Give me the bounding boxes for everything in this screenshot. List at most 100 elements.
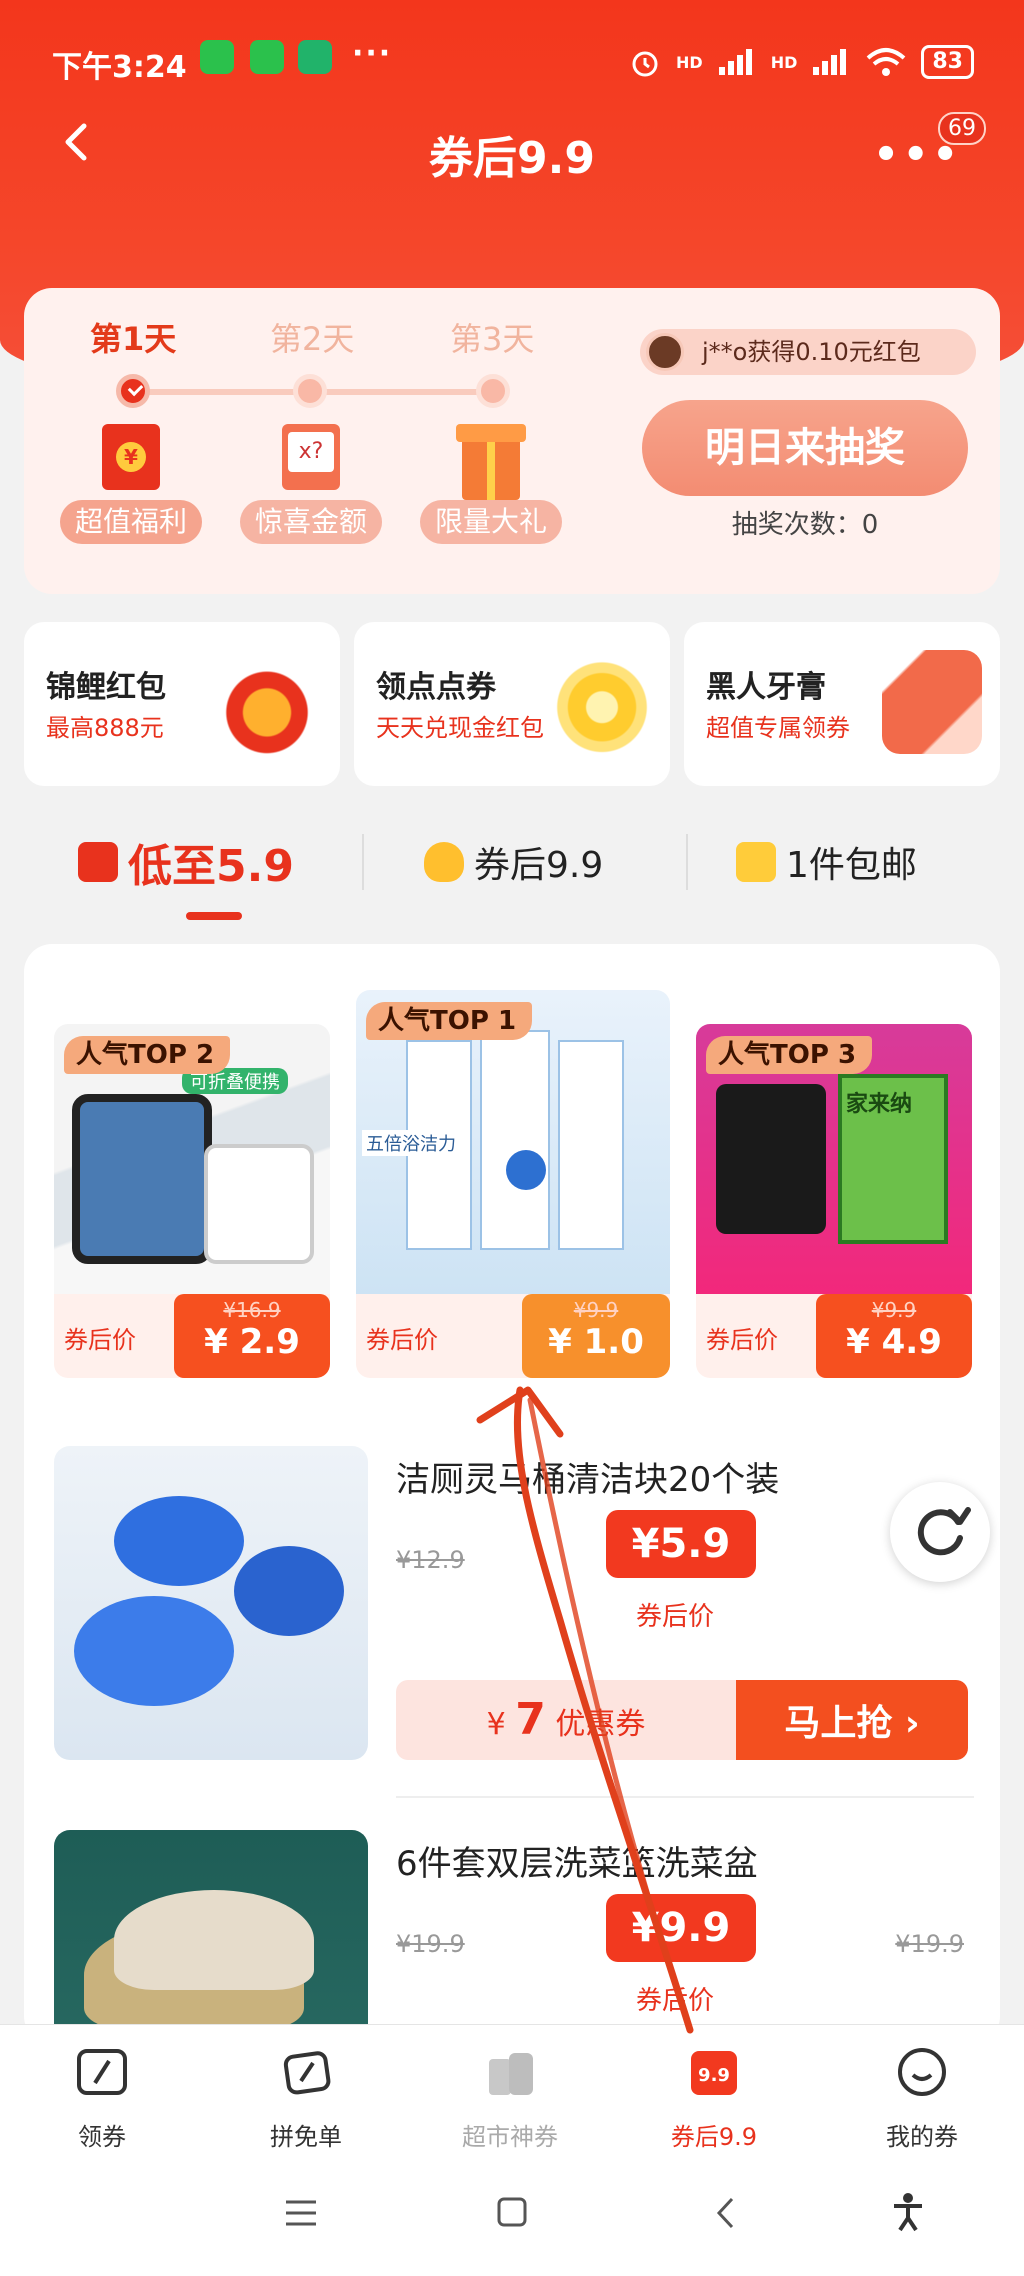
promo-card-koi[interactable]: 锦鲤红包 最高888元: [24, 622, 340, 786]
smile-icon: [898, 2048, 946, 2096]
tab-coupon-9-9[interactable]: 券后9.9: [424, 832, 603, 892]
list-item[interactable]: 6件套双层洗菜篮洗菜盆 ¥19.9 ¥19.9 ¥9.9 券后价: [54, 1830, 974, 2024]
wechat-icon: [250, 40, 284, 74]
winner-ticker: j**o获得0.10元红包: [640, 329, 976, 375]
original-price: ¥19.9: [396, 1930, 465, 1958]
wechat-icon: [200, 40, 234, 74]
divider: [396, 1796, 974, 1798]
product-image: [54, 1446, 368, 1760]
shield-icon: [298, 40, 332, 74]
blue-block-image: [234, 1546, 344, 1636]
price-label: 券后价: [706, 1326, 778, 1354]
product-note: 家来纳: [846, 1092, 913, 1117]
home-icon[interactable]: [496, 2196, 528, 2228]
coupon-price: ¥ 2.9: [204, 1322, 300, 1362]
signal-1-icon: [718, 49, 752, 75]
nav-item-group-free[interactable]: 拼免单: [216, 2045, 396, 2152]
original-price: ¥12.9: [396, 1546, 465, 1574]
price-box: ¥9.9 ¥ 1.0: [522, 1294, 670, 1378]
list-item[interactable]: 洁厕灵马桶清洁块20个装 ¥12.9 ¥5.9 券后价 ¥ 7 优惠券 马上抢 …: [54, 1446, 974, 1766]
promo-subtitle: 最高888元: [46, 714, 164, 742]
grab-now-button[interactable]: 马上抢 ›: [736, 1680, 968, 1760]
battery-level: 83: [921, 45, 974, 79]
bottom-navigation: 领券 拼免单 超市神券 9.9 券后9.9 我的券: [0, 2024, 1024, 2154]
trash-bag-roll-image: [716, 1084, 826, 1234]
nav-item-my-coupons[interactable]: 我的券: [832, 2045, 1012, 2152]
nav-label: 券后9.9: [670, 2123, 758, 2151]
coupon-price: ¥ 4.9: [846, 1322, 942, 1362]
coupon-label: 优惠券: [555, 1707, 646, 1742]
menu-icon[interactable]: [284, 2198, 318, 2228]
category-tabs: 低至5.9 券后9.9 1件包邮: [0, 800, 1024, 924]
tab-label: 1件包邮: [786, 845, 917, 886]
product-title: 洁厕灵马桶清洁块20个装: [396, 1460, 780, 1500]
price-row: 券后价 ¥9.9 ¥ 1.0: [356, 1294, 670, 1378]
promo-card-points[interactable]: 领点点券 天天兑现金红包: [354, 622, 670, 786]
truck-icon: [78, 842, 118, 882]
nav-item-coupons[interactable]: 领券: [12, 2045, 192, 2152]
product-image: [54, 1830, 368, 2024]
top-rank-badge: 人气TOP 1: [366, 1002, 533, 1040]
group-coupon-icon: [283, 2051, 331, 2095]
reward-pill-3: 限量大礼: [420, 500, 562, 544]
nine-nine-icon: 9.9: [691, 2051, 737, 2095]
coupon-icon: [77, 2049, 127, 2095]
original-price: ¥9.9: [573, 1298, 619, 1322]
active-tab-indicator: [186, 912, 242, 920]
tab-low-price[interactable]: 低至5.9: [78, 832, 294, 892]
draw-tomorrow-button[interactable]: 明日来抽奖: [642, 400, 968, 496]
top-product-2[interactable]: 可折叠便携 人气TOP 2 券后价 ¥16.9 ¥ 2.9: [54, 1024, 330, 1378]
reward-pill-2: 惊喜金额: [240, 500, 382, 544]
nav-item-coupon-9-9[interactable]: 9.9 券后9.9: [624, 2045, 804, 2152]
top-product-3[interactable]: 家来纳 人气TOP 3 券后价 ¥9.9 ¥ 4.9: [696, 1024, 972, 1378]
tab-divider: [362, 834, 364, 890]
mystery-amount-icon: x?: [282, 424, 340, 490]
tab-free-shipping[interactable]: 1件包邮: [736, 832, 917, 892]
day-2-label: 第2天: [270, 320, 355, 358]
promo-card-toothpaste[interactable]: 黑人牙膏 超值专属领券: [684, 622, 1000, 786]
cleaner-box-image: [558, 1040, 624, 1250]
price-row: 券后价 ¥16.9 ¥ 2.9: [54, 1294, 330, 1378]
signal-2-label: HD: [770, 52, 798, 72]
coupon-price: ¥9.9: [606, 1894, 756, 1962]
status-overflow-dots: ···: [352, 36, 393, 71]
koi-fish-icon: [222, 650, 322, 754]
refresh-icon: [917, 1507, 971, 1556]
price-label: 券后价: [64, 1326, 136, 1354]
promo-title: 黑人牙膏: [706, 670, 826, 705]
promo-title: 锦鲤红包: [46, 670, 166, 705]
top-product-1[interactable]: 五倍浴洁力 人气TOP 1 券后价 ¥9.9 ¥ 1.0: [356, 990, 670, 1378]
back-icon[interactable]: [714, 2196, 738, 2230]
gift-box-icon: [456, 424, 526, 500]
phone-stand-image: [72, 1094, 212, 1264]
refresh-button[interactable]: [890, 1482, 990, 1582]
coupon-box-icon: [882, 650, 982, 754]
system-navigation-bar: [0, 2154, 1024, 2276]
coupon-price: ¥5.9: [606, 1510, 756, 1578]
price-box: ¥16.9 ¥ 2.9: [174, 1294, 330, 1378]
cleaner-box-image: [480, 1030, 550, 1250]
top-rank-badge: 人气TOP 2: [64, 1036, 231, 1074]
product-note: 五倍浴洁力: [362, 1130, 460, 1156]
promo-subtitle: 天天兑现金红包: [376, 714, 544, 742]
blue-block-image: [74, 1596, 234, 1706]
original-price: ¥16.9: [223, 1298, 281, 1322]
tab-label: 低至5.9: [128, 841, 294, 892]
top-rank-badge: 人气TOP 3: [706, 1036, 873, 1074]
product-title: 6件套双层洗菜篮洗菜盆: [396, 1844, 758, 1884]
promo-subtitle: 超值专属领券: [706, 714, 850, 742]
price-label: 券后价: [366, 1326, 438, 1354]
mystery-mark: x?: [288, 432, 334, 472]
promo-title: 领点点券: [376, 670, 496, 705]
status-bar: 下午3:24 ··· HD HD 83: [0, 36, 1024, 88]
accessibility-icon[interactable]: [890, 2192, 926, 2232]
day-2-dot: [293, 374, 327, 408]
nav-item-supermarket[interactable]: 超市神券: [420, 2045, 600, 2152]
draw-count: 抽奖次数：0: [731, 510, 879, 540]
day-1-label: 第1天: [90, 320, 177, 358]
tab-label: 券后9.9: [474, 845, 604, 886]
flame-icon: [424, 842, 464, 882]
price-label: 券后价: [636, 1986, 715, 2016]
red-envelope-icon: [102, 424, 160, 490]
message-count-badge: 69: [938, 112, 986, 145]
